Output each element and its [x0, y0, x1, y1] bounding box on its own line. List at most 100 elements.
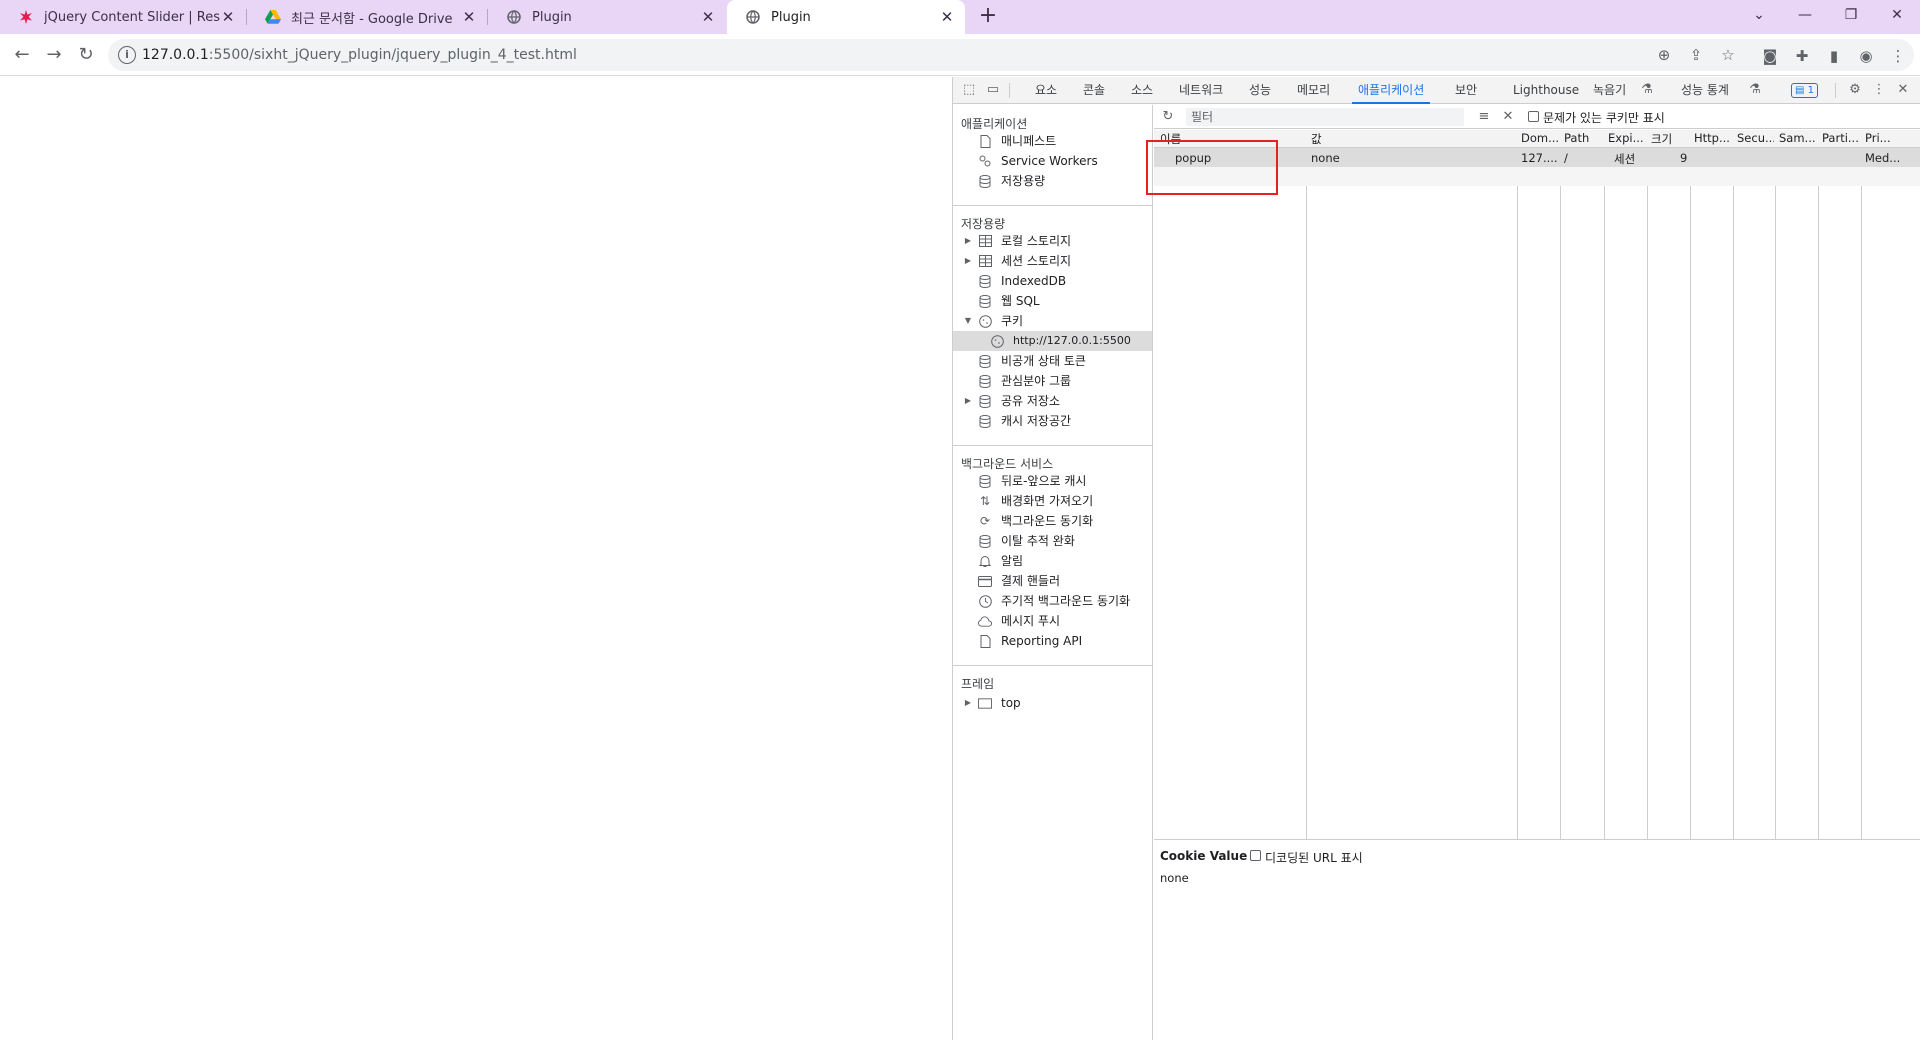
- site-info-icon[interactable]: i: [118, 46, 136, 64]
- devtools-tab-recorder[interactable]: 녹음기: [1593, 77, 1626, 104]
- sidebar-item-session-storage[interactable]: ▶ 세션 스토리지: [953, 251, 1152, 271]
- column-header-size[interactable]: 크기: [1651, 131, 1689, 147]
- sidebar-item-background-fetch[interactable]: ⇅ 배경화면 가져오기: [953, 491, 1152, 511]
- more-options-icon[interactable]: ⋮: [1871, 82, 1887, 98]
- delete-selected-icon[interactable]: ✕: [1500, 109, 1516, 125]
- zoom-icon[interactable]: ⊕: [1654, 45, 1674, 65]
- refresh-icon[interactable]: ↻: [1160, 109, 1176, 125]
- sidebar-item-cookie-origin[interactable]: http://127.0.0.1:5500: [953, 331, 1152, 351]
- sidebar-item-periodic-background-sync[interactable]: 주기적 백그라운드 동기화: [953, 591, 1152, 611]
- close-devtools-icon[interactable]: ✕: [1895, 82, 1911, 98]
- browser-tab-3[interactable]: Plugin ✕: [488, 0, 726, 34]
- side-panel-icon[interactable]: ▮: [1824, 46, 1844, 66]
- show-decoded-url-checkbox[interactable]: [1250, 850, 1261, 861]
- address-bar[interactable]: i 127.0.0.1:5500/sixht_jQuery_plugin/jqu…: [108, 39, 1914, 71]
- column-header-httponly[interactable]: Http...: [1694, 131, 1732, 145]
- minimize-icon[interactable]: —: [1782, 0, 1828, 30]
- devtools-tab-console[interactable]: 콘솔: [1083, 77, 1105, 104]
- database-icon: [978, 374, 992, 388]
- sidebar-item-shared-storage[interactable]: ▶ 공유 저장소: [953, 391, 1152, 411]
- sidebar-item-storage[interactable]: 저장용량: [953, 171, 1152, 191]
- close-tab-icon[interactable]: ✕: [220, 8, 236, 26]
- database-icon: [978, 414, 992, 428]
- forward-icon[interactable]: →: [42, 43, 66, 67]
- cloud-icon: [978, 614, 992, 628]
- sidebar-item-cache-storage[interactable]: 캐시 저장공간: [953, 411, 1152, 431]
- expand-arrow-icon[interactable]: ▶: [963, 391, 973, 411]
- close-window-icon[interactable]: ✕: [1874, 0, 1920, 30]
- expand-arrow-icon[interactable]: ▶: [963, 251, 973, 271]
- bookmark-star-icon[interactable]: ☆: [1718, 45, 1738, 65]
- devtools-tab-network[interactable]: 네트워크: [1179, 77, 1223, 104]
- column-header-priority[interactable]: Pri...: [1865, 131, 1919, 145]
- sidebar-item-payment-handler[interactable]: 결제 핸들러: [953, 571, 1152, 591]
- expand-arrow-icon[interactable]: ▶: [963, 231, 973, 251]
- sidebar-item-local-storage[interactable]: ▶ 로컬 스토리지: [953, 231, 1152, 251]
- sidebar-item-service-workers[interactable]: Service Workers: [953, 151, 1152, 171]
- devtools-panel: ⬚ ▭ 요소 콘솔 소스 네트워크 성능 메모리 애플리케이션 보안 Light…: [952, 77, 1920, 1040]
- devtools-tab-lighthouse[interactable]: Lighthouse: [1513, 77, 1579, 104]
- new-tab-button[interactable]: +: [976, 5, 1000, 29]
- close-tab-icon[interactable]: ✕: [700, 8, 716, 26]
- back-icon[interactable]: ←: [10, 43, 34, 67]
- expand-arrow-icon[interactable]: ▶: [963, 693, 973, 713]
- menu-icon[interactable]: ⋮: [1888, 46, 1908, 66]
- sidebar-item-bounce-tracking[interactable]: 이탈 추적 완화: [953, 531, 1152, 551]
- google-drive-icon: [265, 9, 281, 25]
- sidebar-item-background-sync[interactable]: ⟳ 백그라운드 동기화: [953, 511, 1152, 531]
- frame-icon: [978, 696, 992, 710]
- browser-tab-2[interactable]: 최근 문서함 - Google Drive ✕: [247, 0, 487, 34]
- cookie-filter-input[interactable]: [1186, 108, 1464, 126]
- column-header-samesite[interactable]: Sam...: [1779, 131, 1817, 145]
- sidebar-item-cookies[interactable]: ▼ 쿠키: [953, 311, 1152, 331]
- browser-tab-4-active[interactable]: Plugin ✕: [727, 0, 965, 34]
- sidebar-item-interest-groups[interactable]: 관심분야 그룹: [953, 371, 1152, 391]
- devtools-tab-sources[interactable]: 소스: [1131, 77, 1153, 104]
- devtools-tab-performance[interactable]: 성능: [1249, 77, 1271, 104]
- close-tab-icon[interactable]: ✕: [461, 8, 477, 26]
- devtools-tab-application[interactable]: 애플리케이션: [1351, 77, 1431, 104]
- browser-toolbar: ← → ↻ i 127.0.0.1:5500/sixht_jQuery_plug…: [0, 34, 1920, 76]
- devtools-tab-security[interactable]: 보안: [1455, 77, 1477, 104]
- sidebar-item-frame-top[interactable]: ▶ top: [953, 693, 1152, 713]
- sidebar-item-reporting-api[interactable]: Reporting API: [953, 631, 1152, 651]
- column-header-domain[interactable]: Dom...: [1521, 131, 1559, 145]
- only-issues-checkbox[interactable]: [1528, 111, 1539, 122]
- url-text[interactable]: 127.0.0.1:5500/sixht_jQuery_plugin/jquer…: [142, 47, 577, 63]
- extensions-icon[interactable]: ✚: [1792, 46, 1812, 66]
- sidebar-item-notifications[interactable]: 알림: [953, 551, 1152, 571]
- tab-title: Plugin: [771, 9, 811, 25]
- collapse-arrow-icon[interactable]: ▼: [963, 311, 973, 331]
- restore-icon[interactable]: ❐: [1828, 0, 1874, 30]
- issues-badge[interactable]: ▤ 1: [1791, 83, 1819, 98]
- cookie-table: 이름 값 Dom... Path Expi... 크기 Http... Secu…: [1154, 130, 1920, 840]
- sidebar-item-indexeddb[interactable]: IndexedDB: [953, 271, 1152, 291]
- reload-icon[interactable]: ↻: [74, 43, 98, 67]
- inspect-element-icon[interactable]: ⬚: [961, 82, 977, 98]
- sidebar-item-web-sql[interactable]: 웹 SQL: [953, 291, 1152, 311]
- device-toolbar-icon[interactable]: ▭: [985, 82, 1001, 98]
- devtools-tab-memory[interactable]: 메모리: [1297, 77, 1330, 104]
- close-tab-icon[interactable]: ✕: [939, 8, 955, 26]
- devtools-tab-performance-insights[interactable]: 성능 통계: [1681, 77, 1729, 104]
- screenshot-icon[interactable]: ◙: [1760, 46, 1780, 66]
- clear-filtered-cookies-icon[interactable]: ≡: [1476, 109, 1492, 125]
- column-header-secure[interactable]: Secu...: [1737, 131, 1774, 145]
- share-icon[interactable]: ⇪: [1686, 45, 1706, 65]
- sidebar-item-bfcache[interactable]: 뒤로-앞으로 캐시: [953, 471, 1152, 491]
- sidebar-item-private-state-tokens[interactable]: 비공개 상태 토큰: [953, 351, 1152, 371]
- column-header-expires[interactable]: Expi...: [1608, 131, 1646, 145]
- browser-tab-1[interactable]: jQuery Content Slider | Respons ✕: [0, 0, 246, 34]
- sync-icon: ⟳: [979, 514, 991, 528]
- column-header-partition-key[interactable]: Parti...: [1822, 131, 1860, 145]
- tab-search-icon[interactable]: ⌄: [1736, 0, 1782, 30]
- profile-icon[interactable]: ◉: [1856, 46, 1876, 66]
- cookie-icon: [990, 334, 1004, 348]
- column-header-value[interactable]: 값: [1311, 131, 1322, 147]
- settings-gear-icon[interactable]: ⚙: [1847, 82, 1863, 98]
- sidebar-item-manifest[interactable]: 매니페스트: [953, 131, 1152, 151]
- devtools-tab-elements[interactable]: 요소: [1035, 77, 1057, 104]
- column-header-path[interactable]: Path: [1564, 131, 1602, 145]
- cookie-priority-cell: Med...: [1865, 151, 1901, 165]
- sidebar-item-push-messaging[interactable]: 메시지 푸시: [953, 611, 1152, 631]
